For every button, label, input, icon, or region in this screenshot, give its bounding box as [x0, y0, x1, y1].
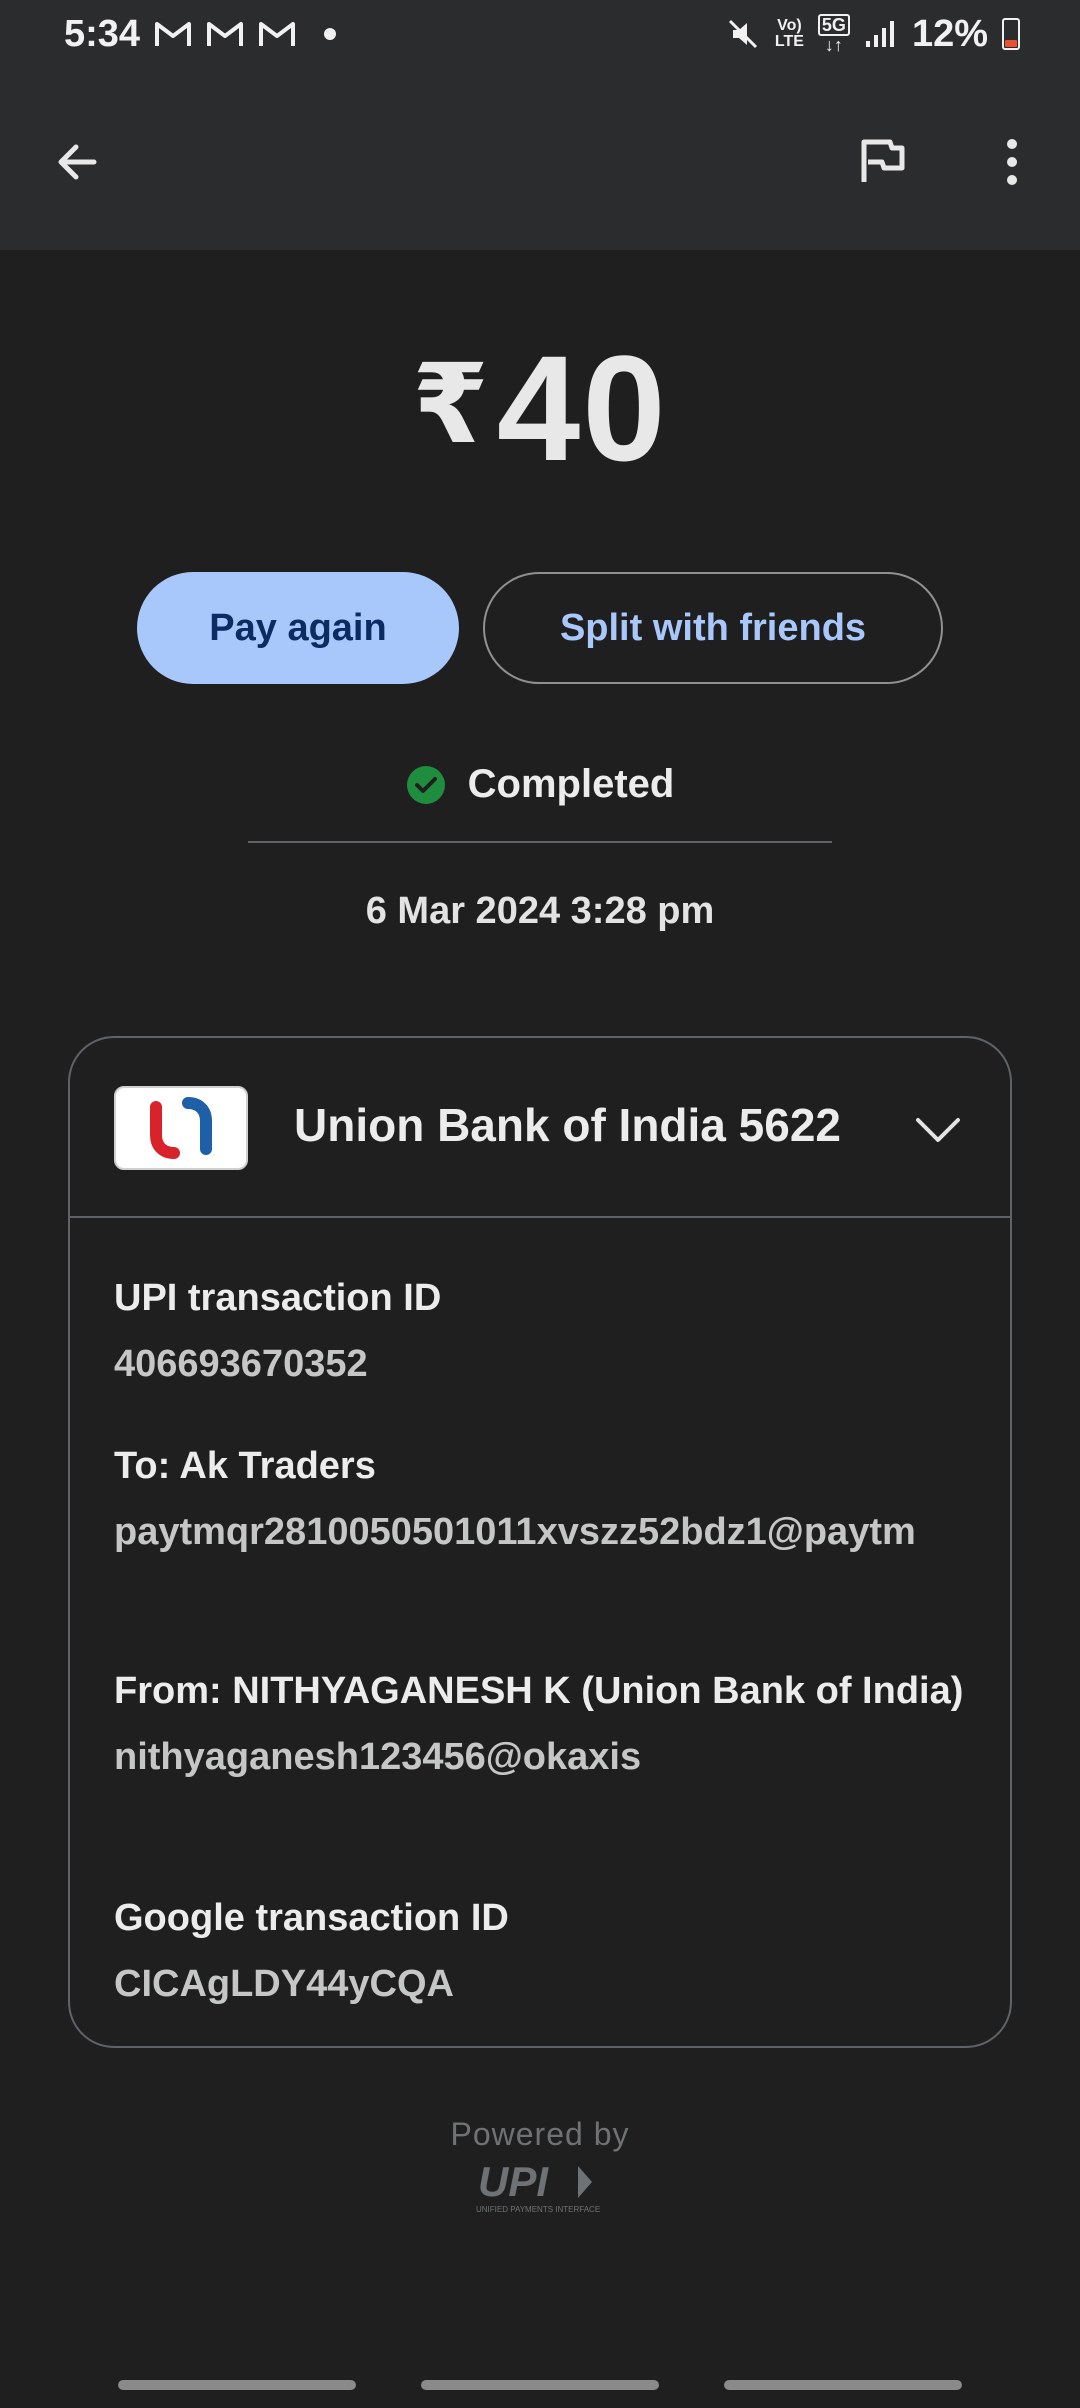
svg-text:UPI: UPI — [478, 2158, 549, 2205]
google-transaction-field: Google transaction ID CICAgLDY44yCQA — [114, 1890, 974, 2012]
upi-transaction-field: UPI transaction ID 406693670352 — [114, 1270, 974, 1392]
report-flag-icon[interactable] — [848, 130, 912, 194]
volte-icon: Vo) LTE — [774, 17, 804, 50]
gesture-navigation-bar — [0, 2380, 1080, 2392]
check-circle-icon — [406, 765, 445, 804]
bank-account-row[interactable]: Union Bank of India 5622 — [70, 1038, 1010, 1218]
more-notifications-dot-icon — [324, 28, 337, 40]
google-transaction-label: Google transaction ID — [114, 1897, 509, 1939]
powered-by-label: Powered by — [450, 2116, 630, 2152]
divider — [248, 841, 832, 843]
upi-logo: UPI UNIFIED PAYMENTS INTERFACE — [476, 2158, 600, 2214]
gmail-notification-icon — [155, 22, 192, 46]
google-transaction-id: CICAgLDY44yCQA — [114, 1963, 454, 2005]
bank-account-name: Union Bank of India 5622 — [294, 1099, 841, 1151]
status-bar: 5:34 Vo) LTE 5G ↓↑ 12% — [0, 0, 1080, 68]
more-options-icon[interactable] — [980, 130, 1044, 194]
payment-amount: ₹40 — [0, 320, 1080, 493]
nav-pill[interactable] — [421, 2380, 659, 2390]
transaction-status: Completed — [0, 762, 1080, 807]
transaction-details-card: Union Bank of India 5622 UPI transaction… — [68, 1036, 1012, 2048]
upi-transaction-label: UPI transaction ID — [114, 1277, 442, 1319]
mute-icon — [728, 19, 757, 49]
recipient-label: To: Ak Traders — [114, 1445, 376, 1487]
split-with-friends-button[interactable]: Split with friends — [483, 572, 943, 684]
back-arrow-icon[interactable] — [46, 130, 110, 194]
sender-label: From: NITHYAGANESH K (Union Bank of Indi… — [114, 1670, 964, 1712]
nav-pill[interactable] — [724, 2380, 962, 2390]
gmail-notification-icon — [259, 22, 296, 46]
union-bank-logo — [114, 1086, 248, 1170]
recipient-field: To: Ak Traders paytmqr2810050501011xvszz… — [114, 1438, 974, 1560]
recipient-upi-id: paytmqr2810050501011xvszz52bdz1@paytm — [114, 1511, 916, 1553]
sender-upi-id: nithyaganesh123456@okaxis — [114, 1736, 642, 1778]
gmail-notification-icon — [207, 22, 244, 46]
svg-text:UNIFIED PAYMENTS INTERFACE: UNIFIED PAYMENTS INTERFACE — [476, 2205, 600, 2214]
nav-pill[interactable] — [118, 2380, 356, 2390]
pay-again-button[interactable]: Pay again — [137, 572, 459, 684]
status-label: Completed — [467, 762, 675, 806]
clock: 5:34 — [64, 12, 141, 55]
amount-value: 40 — [496, 324, 668, 492]
5g-icon: 5G ↓↑ — [817, 14, 850, 54]
transaction-datetime: 6 Mar 2024 3:28 pm — [365, 890, 715, 932]
currency-symbol: ₹ — [412, 343, 491, 466]
upi-transaction-id: 406693670352 — [114, 1343, 368, 1385]
chevron-down-icon[interactable] — [908, 1100, 968, 1160]
sender-field: From: NITHYAGANESH K (Union Bank of Indi… — [114, 1663, 974, 1785]
app-bar — [0, 68, 1080, 250]
battery-icon — [1002, 18, 1020, 50]
signal-icon — [865, 21, 894, 47]
battery-percent: 12% — [911, 12, 988, 55]
